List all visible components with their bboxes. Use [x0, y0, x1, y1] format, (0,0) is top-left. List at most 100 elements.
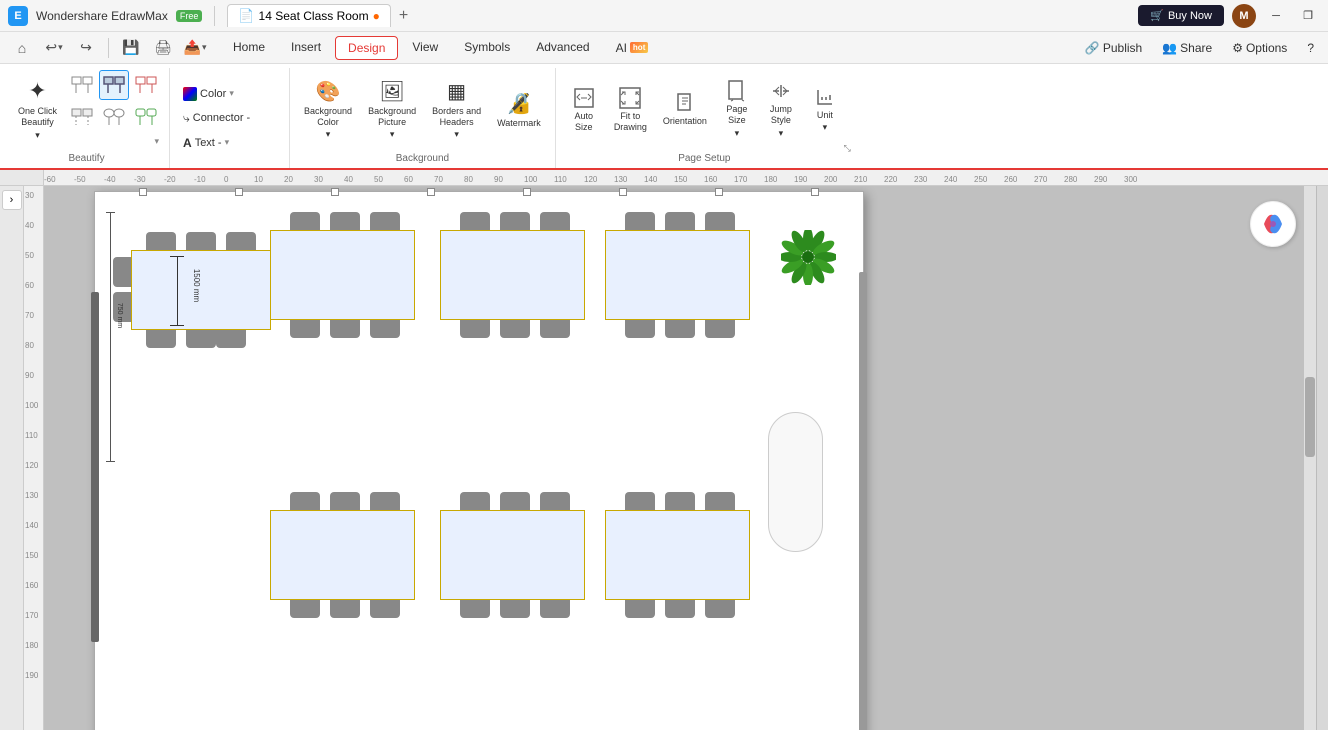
scrollbar-thumb[interactable] [1305, 377, 1315, 457]
resize-handle[interactable] [715, 188, 723, 196]
style-option-3[interactable] [131, 70, 161, 100]
chair [705, 320, 735, 338]
resize-handle[interactable] [619, 188, 627, 196]
tab-symbols[interactable]: Symbols [452, 36, 522, 60]
chair [460, 600, 490, 618]
orientation-button[interactable]: Orientation [657, 88, 713, 131]
options-button[interactable]: ⚙ Options [1226, 39, 1293, 57]
buy-now-button[interactable]: 🛒 Buy Now [1138, 5, 1224, 26]
desk-group-2 [270, 212, 420, 357]
desk-surface [440, 510, 585, 600]
unit-icon [814, 86, 836, 108]
desk-group-7 [605, 492, 755, 637]
watermark-button[interactable]: 🔏 Watermark [491, 87, 547, 133]
chair [500, 600, 530, 618]
desk-surface [270, 230, 415, 320]
beautify-dropdown-arrow: ▾ [35, 130, 40, 141]
jump-style-button[interactable]: JumpStyle ▾ [761, 76, 801, 143]
tab-title: 14 Seat Class Room [259, 9, 369, 23]
chair [705, 600, 735, 618]
page-setup-label: Page Setup [564, 151, 845, 166]
resize-handle[interactable] [811, 188, 819, 196]
chair [290, 600, 320, 618]
tab-modified-dot: ● [373, 9, 380, 23]
chair [216, 330, 246, 348]
sidebar-toggle-button[interactable]: › [2, 190, 22, 210]
color-dropdown[interactable]: Color ▾ [178, 84, 239, 104]
chair [625, 492, 655, 510]
print-button[interactable]: 🖨 [149, 34, 177, 62]
color-dropdown-arrow: ▾ [229, 88, 234, 99]
beautify-label: Beautify [12, 151, 161, 166]
tab-advanced[interactable]: Advanced [524, 36, 601, 60]
tab-design[interactable]: Design [335, 36, 398, 60]
publish-icon: 🔗 [1085, 41, 1100, 55]
undo-button[interactable]: ↩▾ [40, 34, 68, 62]
fit-to-drawing-button[interactable]: Fit toDrawing [608, 83, 653, 137]
borders-headers-button[interactable]: ▦ Borders andHeaders ▾ [426, 75, 487, 145]
style-grid-container: ▾ [67, 70, 161, 149]
plant-decoration [778, 227, 838, 287]
auto-size-icon [573, 87, 595, 109]
save-button[interactable]: 💾 [117, 34, 145, 62]
vertical-scrollbar[interactable] [1304, 186, 1316, 730]
style-option-2[interactable] [99, 70, 129, 100]
page-size-button[interactable]: PageSize ▾ [717, 76, 757, 143]
publish-button[interactable]: 🔗 Publish [1079, 39, 1148, 57]
user-avatar[interactable]: M [1232, 4, 1256, 28]
tab-view[interactable]: View [400, 36, 450, 60]
tab-insert[interactable]: Insert [279, 36, 333, 60]
tab-home[interactable]: Home [221, 36, 277, 60]
menu-bar: ⌂ ↩▾ ↪ 💾 🖨 📤▾ Home Insert Design View Sy… [0, 32, 1328, 64]
minimize-button[interactable]: ─ [1264, 6, 1288, 26]
chair [186, 232, 216, 250]
background-picture-button[interactable]: 🖼 BackgroundPicture ▾ [362, 75, 422, 145]
resize-handle[interactable] [427, 188, 435, 196]
chair [625, 212, 655, 230]
chair [500, 492, 530, 510]
text-dropdown[interactable]: A Text - ▾ [178, 133, 234, 153]
resize-handle[interactable] [139, 188, 147, 196]
left-resize-bar[interactable] [91, 292, 99, 642]
vertical-ruler: 30 40 50 60 70 80 90 100 110 120 130 140… [24, 186, 44, 730]
export-button[interactable]: 📤▾ [181, 34, 209, 62]
connector-icon: ⤷ [183, 111, 190, 126]
chair [460, 492, 490, 510]
canvas-content[interactable]: 1500 mm [44, 186, 1316, 730]
background-color-button[interactable]: 🎨 BackgroundColor ▾ [298, 75, 358, 145]
style-option-5[interactable] [99, 102, 129, 132]
page-size-arrow: ▾ [735, 128, 740, 139]
text-format-icon: A [183, 136, 192, 150]
desk-surface: 1500 mm [131, 250, 271, 330]
expand-style-button[interactable]: ▾ [152, 134, 161, 149]
document-tab[interactable]: 📄 14 Seat Class Room ● [227, 4, 391, 27]
resize-handle[interactable] [331, 188, 339, 196]
section-expand-icon[interactable]: ⤡ [844, 143, 851, 154]
right-resize-bar[interactable] [859, 272, 867, 730]
style-option-1[interactable] [67, 70, 97, 100]
sidebar-right [1316, 186, 1328, 730]
chair [665, 600, 695, 618]
redo-button[interactable]: ↪ [72, 34, 100, 62]
unit-button[interactable]: Unit ▾ [805, 82, 845, 138]
home-nav-icon[interactable]: ⌂ [8, 34, 36, 62]
one-click-beautify-button[interactable]: ✦ One ClickBeautify ▾ [12, 74, 63, 145]
add-tab-button[interactable]: + [399, 7, 408, 25]
style-option-4[interactable] [67, 102, 97, 132]
chair [146, 232, 176, 250]
tab-ai[interactable]: AI hot [604, 36, 661, 60]
help-button[interactable]: ? [1301, 39, 1320, 57]
auto-size-button[interactable]: AutoSize [564, 83, 604, 137]
resize-handle[interactable] [523, 188, 531, 196]
style-option-6[interactable] [131, 102, 161, 132]
chair [665, 320, 695, 338]
chair [540, 600, 570, 618]
connector-dropdown[interactable]: ⤷ Connector - [178, 108, 255, 129]
chair [146, 330, 176, 348]
share-button[interactable]: 👥 Share [1156, 39, 1218, 57]
chair [330, 492, 360, 510]
maximize-button[interactable]: ❐ [1296, 6, 1320, 26]
resize-handle[interactable] [235, 188, 243, 196]
desk-group-3 [440, 212, 590, 357]
measurement-line-v [177, 256, 178, 326]
